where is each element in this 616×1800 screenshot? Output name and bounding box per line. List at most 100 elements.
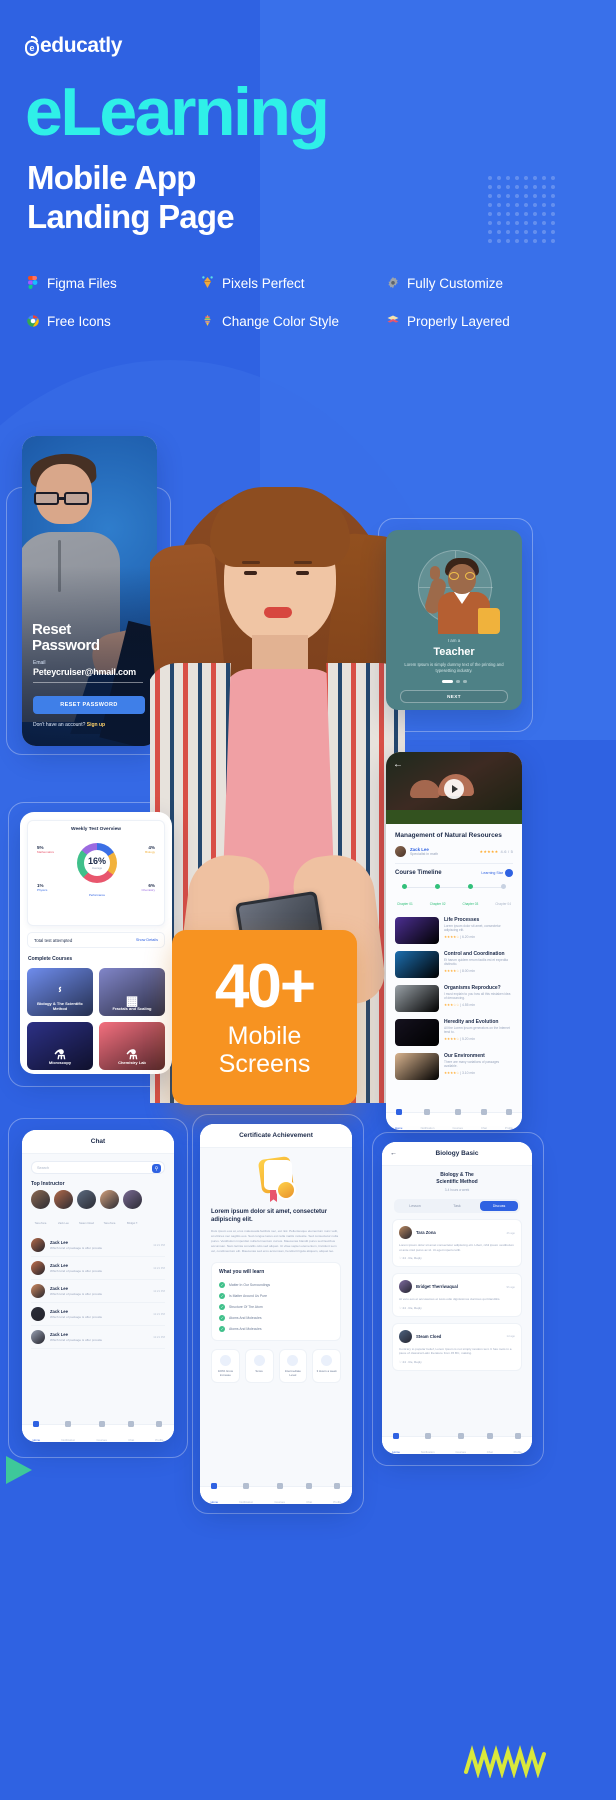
chat-list-item[interactable]: Zack Lee Which kind of package & offer pr… <box>31 1326 165 1349</box>
course-tile[interactable]: ⚗ Chemistry Lab <box>99 1022 165 1070</box>
tab-label: Profile <box>155 1438 164 1442</box>
segment-task[interactable]: Task <box>438 1201 476 1211</box>
timeline-chapter[interactable]: Chapter 04 <box>495 884 511 910</box>
tab-courses[interactable]: Courses <box>452 1109 463 1130</box>
chat-list-item[interactable]: Zack Lee Which kind of package & offer pr… <box>31 1234 165 1257</box>
chat-icon <box>486 1433 493 1439</box>
chat-list-item[interactable]: Zack Lee Which kind of package & offer pr… <box>31 1303 165 1326</box>
tab-home[interactable]: Home <box>392 1433 400 1454</box>
tab-courses[interactable]: Courses <box>455 1433 466 1454</box>
lesson-rating: ★★★★☆ | 8.00 min <box>444 968 475 973</box>
pen-tool-icon <box>200 276 215 291</box>
tab-profile[interactable]: Profile <box>505 1109 513 1130</box>
timeline-chapter[interactable]: Chapter 03 <box>462 884 478 910</box>
course-timeline[interactable]: Chapter 01 Chapter 02 Chapter 03 Chapter 04 <box>397 884 511 910</box>
tab-chat[interactable]: Chat <box>486 1433 493 1454</box>
instructor-avatar[interactable]: Zack Lee <box>54 1190 73 1229</box>
flask-icon: ⚗ <box>126 1047 138 1062</box>
instructor-avatar[interactable]: Steam Cloed <box>77 1190 96 1229</box>
tab-chat[interactable]: Chat <box>128 1421 135 1442</box>
lesson-item[interactable]: Our Environment There are many variations… <box>395 1053 513 1080</box>
learning-outcome-item: ✓ Atoms And Molecules <box>219 1323 333 1334</box>
discussion-post: Steam Cloed 1d ago Contrary to popular bel… <box>392 1322 522 1371</box>
learning-outcome-item: ✓ Structure Of The Atom <box>219 1301 333 1312</box>
learning-star-badge[interactable]: Learning Star <box>481 869 513 877</box>
bottom-tab-bar[interactable]: Home Notification Courses Chat Profile <box>386 1109 522 1130</box>
signup-link[interactable]: Sign up <box>87 722 105 728</box>
level-icon <box>287 1355 299 1366</box>
chat-list-item[interactable]: Zack Lee Which kind of package & offer pr… <box>31 1257 165 1280</box>
tab-notification[interactable]: Notification <box>421 1109 434 1130</box>
chat-list-item[interactable]: Zack Lee Which kind of package & offer pr… <box>31 1280 165 1303</box>
tab-notification[interactable]: Notification <box>421 1433 435 1454</box>
donut-value: 16% <box>87 855 106 866</box>
chat-preview: Which kind of package & offer provide <box>50 1269 103 1273</box>
lesson-item[interactable]: Life Processes Lorem ipsum dolor sit amet… <box>395 917 513 944</box>
tab-home[interactable]: Home <box>395 1109 403 1130</box>
pagination-dots[interactable] <box>386 680 522 683</box>
course-tile[interactable]: ⸯ Biology & The Scientific Method <box>27 968 93 1016</box>
tab-notification[interactable]: Notification <box>239 1483 253 1504</box>
post-text: At vero eos et accusamus et iusto odio d… <box>399 1297 501 1302</box>
instructor-avatar[interactable]: Tara Zona <box>100 1190 119 1229</box>
timeline-chapter[interactable]: Chapter 01 <box>397 884 413 910</box>
play-icon[interactable] <box>444 779 464 799</box>
post-actions[interactable]: ♡ 24 · Re, Reply <box>399 1360 515 1364</box>
tab-home[interactable]: Home <box>33 1421 40 1442</box>
lesson-item[interactable]: Organisms Reproduce? I must explain to yo… <box>395 985 513 1012</box>
next-button[interactable]: NEXT <box>400 690 508 703</box>
complete-courses-heading: Complete Courses <box>28 956 73 962</box>
timeline-chapter[interactable]: Chapter 02 <box>430 884 446 910</box>
top-instructor-label: Top Instructor <box>31 1181 65 1187</box>
tab-profile[interactable]: Profile <box>333 1483 341 1504</box>
tab-profile[interactable]: Profile <box>155 1421 163 1442</box>
learning-outcome-item: ✓ Atoms And Molecules <box>219 1312 333 1323</box>
search-input[interactable]: Search ⚲ <box>31 1161 165 1174</box>
instructor-avatar-row[interactable]: Tara Zona Zack Lee Steam Cloed Tara Zona Bri… <box>31 1190 165 1229</box>
tab-label: Profile <box>333 1500 342 1504</box>
tab-courses[interactable]: Courses <box>96 1421 107 1442</box>
reset-password-button[interactable]: RESET PASSWORD <box>33 696 145 714</box>
avatar <box>399 1226 412 1239</box>
check-icon: ✓ <box>219 1325 225 1332</box>
instructor-avatar[interactable]: Tara Zona <box>31 1190 50 1229</box>
tab-notification[interactable]: Notification <box>61 1421 75 1442</box>
email-field[interactable]: Peteycruiser@hmail.com <box>33 667 136 677</box>
bottom-tab-bar[interactable]: Home Notification Courses Chat Profile <box>382 1433 532 1454</box>
course-hero-video[interactable]: ← <box>386 752 522 824</box>
bottom-tab-bar[interactable]: Home Notification Courses Chat Profile <box>200 1483 352 1504</box>
tab-home[interactable]: Home <box>211 1483 218 1504</box>
tab-label: Home <box>395 1126 403 1130</box>
tab-profile[interactable]: Profile <box>514 1433 522 1454</box>
post-actions[interactable]: ♡ 24 · Re, Reply <box>399 1256 515 1260</box>
tab-label: Home <box>392 1450 400 1454</box>
search-icon[interactable]: ⚲ <box>152 1164 161 1173</box>
certificate-stats-row[interactable]: 100% Grow increase Score Intermediate Leve… <box>211 1349 341 1383</box>
performance-label: Performance <box>88 893 105 897</box>
tab-courses[interactable]: Courses <box>274 1483 285 1504</box>
course-tile[interactable]: ⚗ Microscopy <box>27 1022 93 1070</box>
tab-chat[interactable]: Chat <box>306 1483 313 1504</box>
certificate-stat[interactable]: 3 Hours a week <box>312 1349 341 1383</box>
arrow-left-icon[interactable]: ← <box>390 1150 397 1157</box>
segment-discuss[interactable]: Discuss <box>480 1201 518 1211</box>
certificate-stat[interactable]: Intermediate Level <box>278 1349 308 1383</box>
bottom-tab-bar[interactable]: Home Notification Courses Chat Profile <box>22 1421 174 1442</box>
post-actions[interactable]: ♡ 24 · Re, Reply <box>399 1306 515 1310</box>
timeline-dot <box>402 884 408 889</box>
instructor-avatar[interactable]: Bridget T. <box>123 1190 142 1229</box>
post-author: Bridget Therriwaqual <box>416 1284 458 1290</box>
show-details-link[interactable]: Show Details <box>136 938 158 942</box>
certificate-stat[interactable]: 100% Grow increase <box>211 1349 240 1383</box>
segmented-control[interactable]: Lesson Task Discuss <box>394 1199 520 1213</box>
segment-lesson[interactable]: Lesson <box>396 1201 434 1211</box>
feature-item-pixels-perfect: Pixels Perfect <box>200 276 385 291</box>
tab-chat[interactable]: Chat <box>480 1109 487 1130</box>
learning-outcomes-title: What you will learn <box>219 1269 265 1275</box>
lesson-item[interactable]: Control and Coordination Et harum quidem … <box>395 951 513 978</box>
tab-label: Chat <box>128 1438 135 1442</box>
certificate-stat[interactable]: Score <box>244 1349 274 1383</box>
lesson-item[interactable]: Heredity and Evolution All the Lorem Ipsu… <box>395 1019 513 1046</box>
arrow-left-icon[interactable]: ← <box>393 759 404 770</box>
course-tile[interactable]: ▦ Fractals and Scaling <box>99 968 165 1016</box>
